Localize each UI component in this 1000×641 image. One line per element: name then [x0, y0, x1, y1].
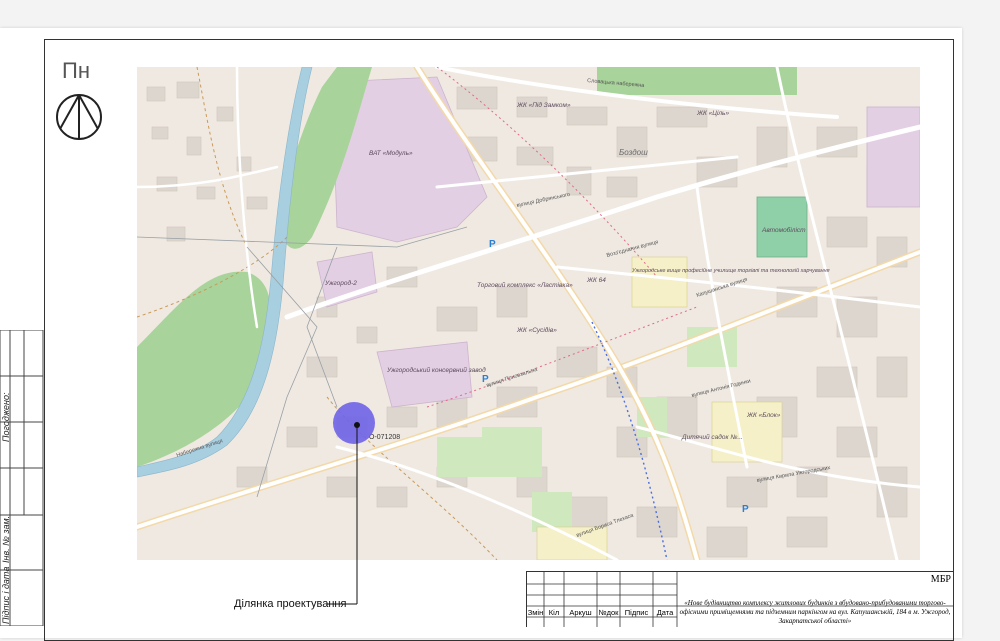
- stamp-header-date: Дата: [656, 608, 674, 617]
- sign-date-label: Підпис і дата: [1, 566, 11, 624]
- approval-strip: Погоджено: Інв. № зам. Підпис і дата: [0, 330, 44, 626]
- callout-label: Ділянка проектування: [234, 598, 347, 610]
- title-block: Змін Кіл Аркуш №док Підпис Дата МБР «Нов…: [526, 571, 953, 627]
- project-code: МБР: [930, 574, 951, 585]
- project-description: «Нове будівництво комплексу житлових буд…: [679, 599, 951, 625]
- callout-leader: [326, 560, 358, 605]
- stamp-header-count: Кіл: [548, 608, 560, 617]
- stamp-header-docno: №док: [598, 608, 619, 617]
- stamp-header-changes: Змін: [527, 608, 544, 617]
- stamp-header-signature: Підпис: [624, 608, 649, 617]
- stamp-header-sheet: Аркуш: [569, 608, 592, 617]
- inv-no-label: Інв. № зам.: [1, 515, 11, 563]
- approved-label: Погоджено:: [1, 392, 11, 443]
